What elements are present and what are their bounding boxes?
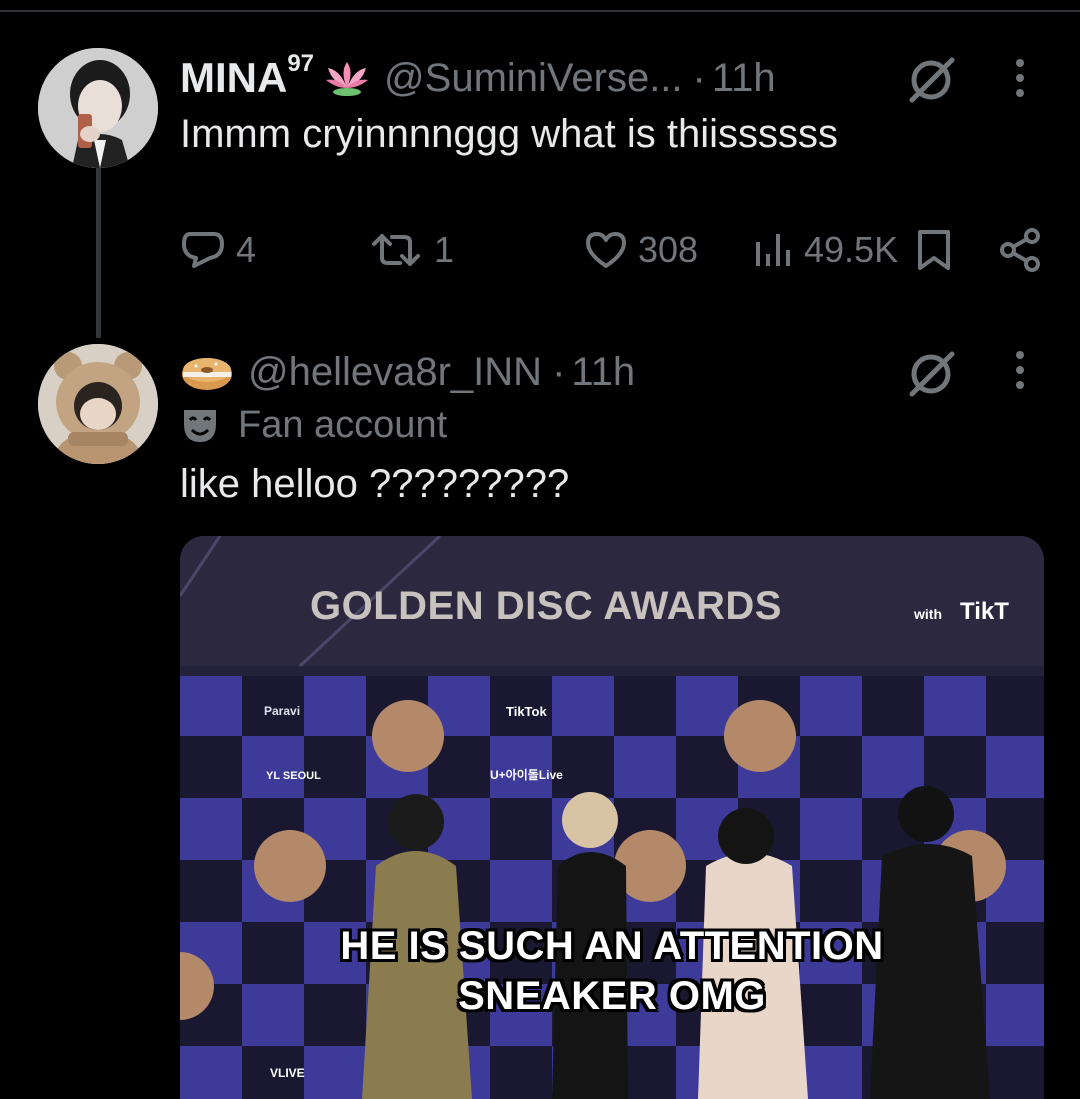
grok-icon[interactable] <box>904 56 958 109</box>
video-subtitle-line1: HE IS SUCH AN ATTENTION <box>340 924 884 968</box>
retweet-button[interactable]: 1 <box>368 222 454 278</box>
separator-dot: · <box>552 349 566 394</box>
separator-dot: · <box>692 55 706 100</box>
share-icon <box>1000 228 1040 272</box>
sponsor-tiktok: TikTok <box>506 704 547 719</box>
bagel-icon <box>180 350 234 394</box>
views-count: 49.5K <box>804 229 899 270</box>
sponsor-uplus: U+아이돌Live <box>490 768 563 782</box>
media-video[interactable]: GOLDEN DISC AWARDS with TikT Paravi TikT… <box>180 536 1044 1099</box>
banner-sponsor: TikT <box>960 598 1009 625</box>
retweet-count: 1 <box>434 229 455 270</box>
bookmark-button[interactable] <box>914 222 954 278</box>
timestamp[interactable]: 11h <box>571 350 635 395</box>
reply-icon <box>182 232 224 268</box>
tweet-actions: 4 1 308 49.5K <box>180 222 1040 278</box>
tweet2-header: @helleva8r_INN · 11h <box>180 344 635 400</box>
more-options-icon[interactable] <box>1010 350 1030 395</box>
masks-icon <box>184 409 216 442</box>
reply-button[interactable]: 4 <box>180 222 256 278</box>
views-icon <box>756 234 790 266</box>
bookmark-icon <box>918 230 950 270</box>
avatar[interactable] <box>38 344 158 464</box>
top-divider <box>0 10 1080 12</box>
share-button[interactable] <box>998 222 1042 278</box>
reply-count: 4 <box>236 229 257 270</box>
timestamp[interactable]: 11h <box>712 56 776 101</box>
fan-account-badge: Fan account <box>180 404 447 447</box>
banner-with-label: with <box>914 606 942 622</box>
heart-icon <box>586 232 626 268</box>
display-name[interactable]: MINA97 <box>180 50 314 102</box>
fan-account-label: Fan account <box>238 404 448 446</box>
retweet-icon <box>372 234 420 266</box>
handle[interactable]: @helleva8r_INN <box>248 350 542 395</box>
avatar[interactable] <box>38 48 158 168</box>
tweet-text: like helloo ????????? <box>180 462 570 506</box>
sponsor-ylseoul: YL SEOUL <box>266 770 321 782</box>
banner-title: GOLDEN DISC AWARDS <box>310 584 782 628</box>
views-button[interactable]: 49.5K <box>750 222 898 278</box>
sponsor-vlive: VLIVE <box>270 1066 305 1080</box>
like-count: 308 <box>638 229 699 270</box>
tweet-text: Immm cryinnnnggg what is thiissssss <box>180 112 838 156</box>
thread-connector <box>96 168 101 338</box>
tweet1-header: MINA97 @SuminiVerse... · 11h <box>180 50 776 106</box>
video-subtitle-line2: SNEAKER OMG <box>458 974 766 1018</box>
grok-icon[interactable] <box>904 350 958 403</box>
lotus-icon <box>324 58 370 98</box>
like-button[interactable]: 308 <box>584 222 698 278</box>
more-options-icon[interactable] <box>1010 58 1030 103</box>
handle[interactable]: @SuminiVerse... <box>384 56 683 101</box>
sponsor-paravi: Paravi <box>264 704 301 718</box>
